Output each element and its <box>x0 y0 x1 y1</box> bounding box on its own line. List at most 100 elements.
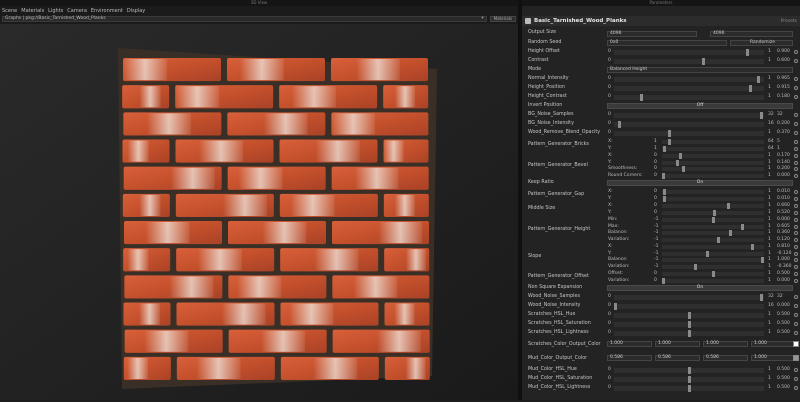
reset-icon[interactable] <box>794 50 798 54</box>
value-field[interactable]: 0.500 <box>777 385 790 390</box>
param-slider[interactable] <box>614 121 764 128</box>
reset-icon[interactable] <box>794 258 798 262</box>
chevron-down-icon[interactable]: ▾ <box>481 16 483 21</box>
menu-environment[interactable]: Environment <box>91 8 123 14</box>
reset-icon[interactable] <box>794 218 798 222</box>
value-field[interactable]: 0.900 <box>777 49 790 54</box>
value-field[interactable]: 0.500 <box>777 312 790 317</box>
param-slider[interactable] <box>614 58 764 65</box>
color-swatch[interactable] <box>793 341 799 347</box>
reset-icon[interactable] <box>794 368 798 372</box>
menu-materials[interactable]: Materials <box>21 8 44 14</box>
slider-thumb[interactable] <box>662 189 666 195</box>
value-field[interactable]: 0.810 <box>777 244 790 249</box>
color-channel-field[interactable]: 1.000 <box>751 341 796 347</box>
slider-thumb[interactable] <box>678 153 682 159</box>
slider-thumb[interactable] <box>713 209 717 216</box>
param-slider[interactable] <box>614 112 764 119</box>
slider-thumb[interactable] <box>618 121 622 128</box>
reset-icon[interactable] <box>794 95 798 99</box>
slider-thumb[interactable] <box>727 203 731 209</box>
3d-viewport[interactable] <box>0 24 518 400</box>
reset-icon[interactable] <box>794 160 798 165</box>
slider-thumb[interactable] <box>711 271 715 277</box>
slider-thumb[interactable] <box>662 172 665 179</box>
sub-slider[interactable] <box>662 250 764 257</box>
param-slider[interactable] <box>614 385 764 392</box>
reset-icon[interactable] <box>794 264 798 269</box>
slider-thumb[interactable] <box>702 58 706 65</box>
sub-slider[interactable] <box>662 271 764 277</box>
sub-slider[interactable] <box>662 203 764 209</box>
slider-thumb[interactable] <box>761 257 764 263</box>
value-field[interactable]: -0.120 <box>777 251 792 256</box>
slider-thumb[interactable] <box>759 112 763 119</box>
color-channel-field[interactable]: 0.586 <box>655 355 700 361</box>
slider-thumb[interactable] <box>687 321 691 328</box>
sub-slider[interactable] <box>662 195 764 202</box>
value-field[interactable]: 0.180 <box>777 94 790 99</box>
slider-thumb[interactable] <box>640 94 644 101</box>
value-field[interactable]: 0.500 <box>777 321 790 326</box>
value-field[interactable]: 0.000 <box>777 173 790 178</box>
color-channel-field[interactable]: 1.000 <box>655 341 700 347</box>
slider-thumb[interactable] <box>746 49 750 56</box>
reset-icon[interactable] <box>794 304 798 308</box>
invert-position-toggle[interactable]: Off <box>607 103 793 109</box>
value-field[interactable]: 0.500 <box>777 330 790 335</box>
param-slider[interactable] <box>614 367 764 374</box>
reset-icon[interactable] <box>794 231 798 235</box>
reset-icon[interactable] <box>794 196 798 201</box>
value-field[interactable]: 0.500 <box>777 376 790 381</box>
value-field[interactable]: 1 <box>777 146 780 151</box>
menu-scene[interactable]: Scene <box>2 8 17 14</box>
value-field[interactable]: 0.605 <box>777 224 790 229</box>
reset-icon[interactable] <box>794 131 798 135</box>
reset-icon[interactable] <box>794 146 798 151</box>
sub-slider[interactable] <box>662 223 764 230</box>
color-channel-field[interactable]: 1.000 <box>751 355 796 361</box>
slider-thumb[interactable] <box>687 330 691 337</box>
reset-icon[interactable] <box>794 86 798 90</box>
slider-thumb[interactable] <box>687 312 691 319</box>
graph-path-field[interactable]: Graphs | pkg://Basic_Tarnished_Wood_Plan… <box>2 16 487 22</box>
reset-icon[interactable] <box>794 173 798 178</box>
value-field[interactable]: 0.000 <box>777 303 790 308</box>
param-slider[interactable] <box>614 76 764 83</box>
value-field[interactable]: 0.200 <box>777 121 790 126</box>
reset-icon[interactable] <box>794 313 798 317</box>
reset-icon[interactable] <box>794 278 798 283</box>
value-field[interactable]: -0.360 <box>777 264 792 269</box>
mode-select[interactable]: Balanced Height <box>607 67 793 73</box>
reset-icon[interactable] <box>794 204 798 208</box>
reset-icon[interactable] <box>794 140 798 144</box>
slider-thumb[interactable] <box>749 85 753 92</box>
reset-icon[interactable] <box>794 331 798 335</box>
menu-lights[interactable]: Lights <box>48 8 63 14</box>
sub-slider[interactable] <box>662 236 764 243</box>
value-field[interactable]: 32 <box>777 112 783 117</box>
value-field[interactable]: 0.915 <box>777 85 790 90</box>
slider-thumb[interactable] <box>741 223 745 230</box>
reset-icon[interactable] <box>794 237 798 242</box>
value-field[interactable]: 0.000 <box>777 278 790 283</box>
slider-thumb[interactable] <box>711 217 715 223</box>
slider-thumb[interactable] <box>675 159 679 166</box>
value-field[interactable]: 0.140 <box>777 160 790 165</box>
value-field[interactable]: 0.500 <box>777 271 790 276</box>
param-slider[interactable] <box>614 303 764 310</box>
param-slider[interactable] <box>614 312 764 319</box>
slider-thumb[interactable] <box>662 145 666 152</box>
slider-thumb[interactable] <box>717 236 721 243</box>
value-field[interactable]: 32 <box>777 294 783 299</box>
param-slider[interactable] <box>614 330 764 337</box>
slider-thumb[interactable] <box>662 195 666 202</box>
output-size-select-2[interactable]: 4096 <box>710 31 793 37</box>
sub-slider[interactable] <box>662 257 764 263</box>
param-slider[interactable] <box>614 294 764 301</box>
slider-thumb[interactable] <box>687 367 691 374</box>
value-field[interactable]: 0.170 <box>777 153 790 158</box>
color-swatch[interactable] <box>793 355 799 361</box>
slider-thumb[interactable] <box>668 130 672 137</box>
reset-icon[interactable] <box>794 190 798 194</box>
